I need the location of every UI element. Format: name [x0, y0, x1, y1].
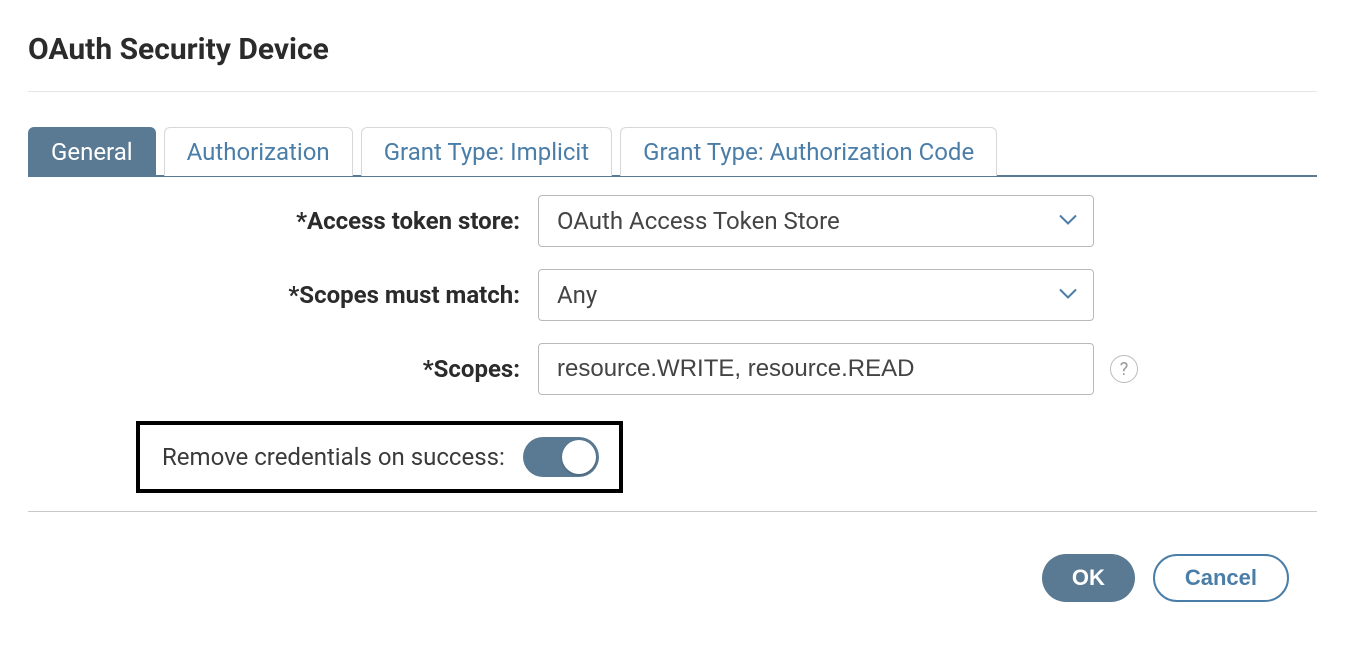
toggle-remove-credentials[interactable]: [523, 437, 599, 477]
label-scopes-match: *Scopes must match:: [28, 281, 538, 309]
label-access-token-store: *Access token store:: [28, 207, 538, 235]
select-value-scopes-match[interactable]: Any: [538, 269, 1094, 321]
select-scopes-match[interactable]: Any: [538, 269, 1094, 321]
form-area: *Access token store: OAuth Access Token …: [28, 177, 1317, 493]
label-scopes: *Scopes:: [28, 355, 538, 383]
input-scopes[interactable]: [538, 343, 1094, 395]
ok-button[interactable]: OK: [1042, 554, 1135, 602]
tab-authorization[interactable]: Authorization: [164, 127, 353, 176]
row-access-token-store: *Access token store: OAuth Access Token …: [28, 195, 1317, 247]
tab-general[interactable]: General: [28, 127, 156, 176]
help-icon[interactable]: ?: [1110, 355, 1138, 383]
footer: OK Cancel: [28, 512, 1317, 602]
cancel-button[interactable]: Cancel: [1153, 554, 1289, 602]
label-remove-credentials: Remove credentials on success:: [162, 443, 505, 471]
tab-grant-implicit[interactable]: Grant Type: Implicit: [361, 127, 612, 176]
select-value-access-token-store[interactable]: OAuth Access Token Store: [538, 195, 1094, 247]
dialog-container: OAuth Security Device General Authorizat…: [0, 0, 1345, 622]
row-scopes-match: *Scopes must match: Any: [28, 269, 1317, 321]
tabs: General Authorization Grant Type: Implic…: [28, 126, 1317, 177]
select-access-token-store[interactable]: OAuth Access Token Store: [538, 195, 1094, 247]
row-scopes: *Scopes: ?: [28, 343, 1317, 395]
page-title: OAuth Security Device: [28, 32, 1317, 67]
highlight-remove-credentials: Remove credentials on success:: [136, 421, 623, 493]
divider-top: [28, 91, 1317, 92]
tab-grant-authorization-code[interactable]: Grant Type: Authorization Code: [620, 127, 997, 176]
toggle-knob: [562, 440, 596, 474]
